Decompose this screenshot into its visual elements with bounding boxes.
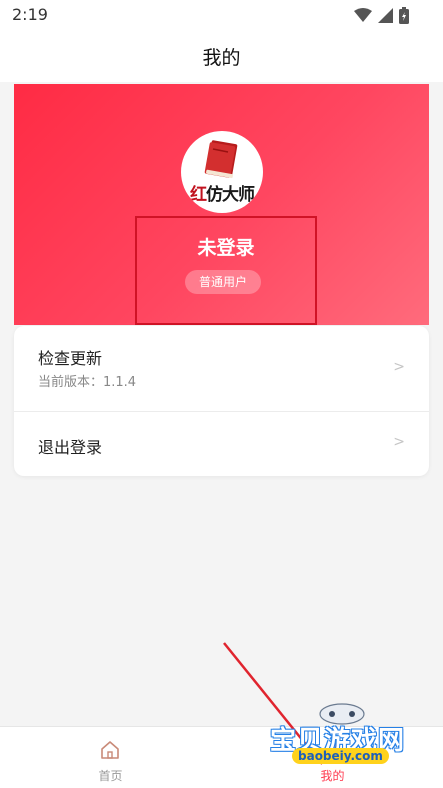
watermark: 宝贝游戏网 baobeiy.com [258, 700, 438, 782]
watermark-url: baobeiy.com [292, 748, 389, 764]
annotation-arrow [223, 642, 322, 765]
